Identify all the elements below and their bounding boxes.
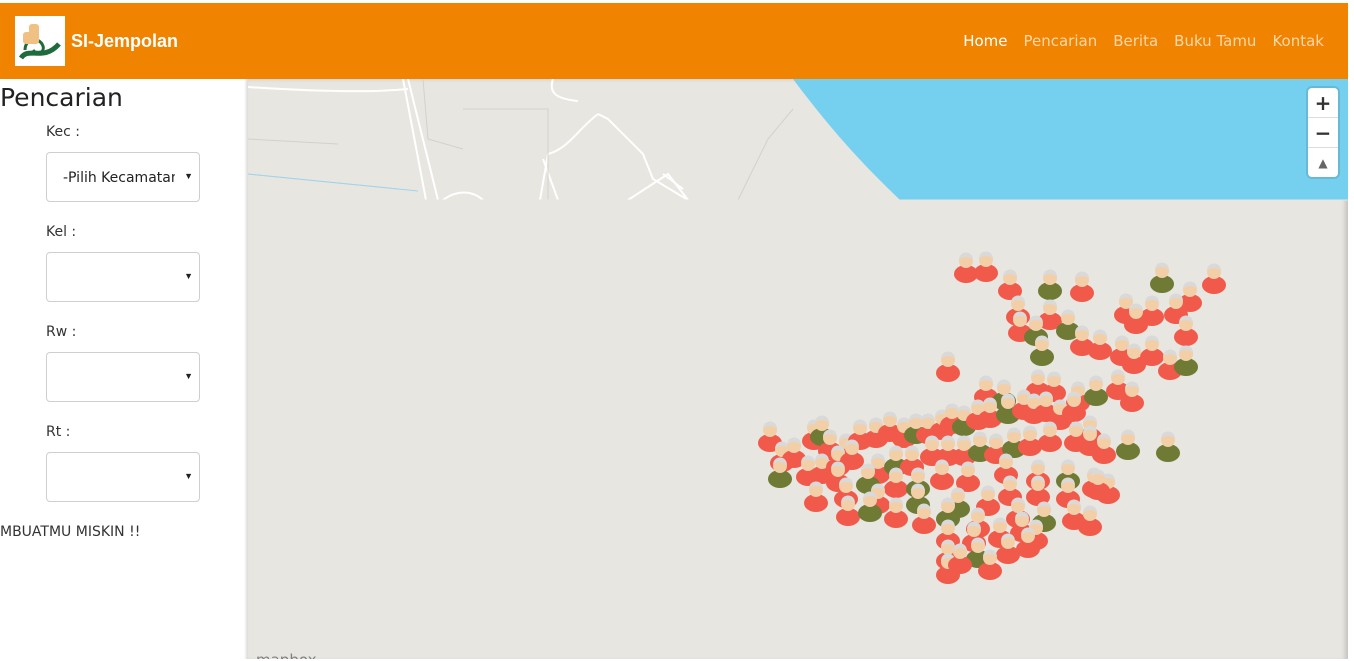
kec-label: Kec : [46, 124, 80, 140]
sidebar-title: Pencarian [0, 83, 123, 112]
person-marker-icon[interactable] [1156, 431, 1180, 463]
person-marker-icon[interactable] [974, 251, 998, 283]
kecamatan-select-value: -Pilih Kecamatan [63, 170, 175, 186]
rw-label: Rw : [46, 324, 77, 340]
person-marker-icon[interactable] [956, 461, 980, 493]
person-marker-icon[interactable] [1078, 505, 1102, 537]
person-marker-icon[interactable] [1140, 335, 1164, 367]
person-marker-icon[interactable] [1150, 262, 1174, 294]
rt-select[interactable]: ▼ [46, 452, 200, 502]
sea-water [793, 79, 1348, 200]
compass-icon[interactable]: ▲ [1308, 148, 1338, 177]
chevron-down-icon: ▼ [184, 271, 193, 281]
person-marker-icon[interactable] [936, 351, 960, 383]
person-marker-icon[interactable] [1070, 271, 1094, 303]
map[interactable]: + − ▲ mapbox [248, 79, 1348, 661]
logo-icon[interactable] [15, 16, 65, 66]
person-marker-icon[interactable] [1174, 345, 1198, 377]
nav-buku-tamu[interactable]: Buku Tamu [1174, 32, 1256, 50]
kelurahan-select[interactable]: ▼ [46, 252, 200, 302]
nav-pencarian[interactable]: Pencarian [1024, 32, 1098, 50]
main-nav: Home Pencarian Berita Buku Tamu Kontak [947, 3, 1324, 79]
person-marker-icon[interactable] [954, 252, 978, 284]
marker-layer [758, 251, 1226, 584]
marquee-text: MBUATMU MISKIN !! [0, 524, 141, 540]
brand[interactable]: SI-Jempolan [15, 16, 178, 66]
navbar: SI-Jempolan Home Pencarian Berita Buku T… [0, 3, 1348, 79]
chevron-down-icon: ▼ [184, 471, 193, 481]
chevron-down-icon: ▼ [184, 371, 193, 381]
map-canvas[interactable] [248, 79, 1348, 661]
rw-select[interactable]: ▼ [46, 352, 200, 402]
brand-name[interactable]: SI-Jempolan [71, 31, 178, 52]
person-marker-icon[interactable] [1116, 429, 1140, 461]
person-marker-icon[interactable] [998, 269, 1022, 301]
road-lines [248, 79, 689, 201]
nav-berita[interactable]: Berita [1113, 32, 1158, 50]
nav-kontak[interactable]: Kontak [1272, 32, 1324, 50]
right-edge [1348, 0, 1354, 661]
zoom-out-button[interactable]: − [1308, 118, 1338, 148]
person-marker-icon[interactable] [1088, 329, 1112, 361]
person-marker-icon[interactable] [804, 481, 828, 513]
map-controls: + − ▲ [1308, 88, 1338, 177]
person-marker-icon[interactable] [1202, 263, 1226, 295]
person-marker-icon[interactable] [1038, 269, 1062, 301]
zoom-in-button[interactable]: + [1308, 88, 1338, 118]
river-line [248, 173, 419, 192]
sidebar: Pencarian Kec : -Pilih Kecamatan ▼ Kel :… [0, 79, 247, 661]
chevron-down-icon: ▼ [184, 171, 193, 181]
kel-label: Kel : [46, 224, 77, 240]
rt-label: Rt : [46, 424, 71, 440]
kecamatan-select[interactable]: -Pilih Kecamatan ▼ [46, 152, 200, 202]
person-marker-icon[interactable] [1084, 375, 1108, 407]
nav-home[interactable]: Home [963, 32, 1007, 50]
